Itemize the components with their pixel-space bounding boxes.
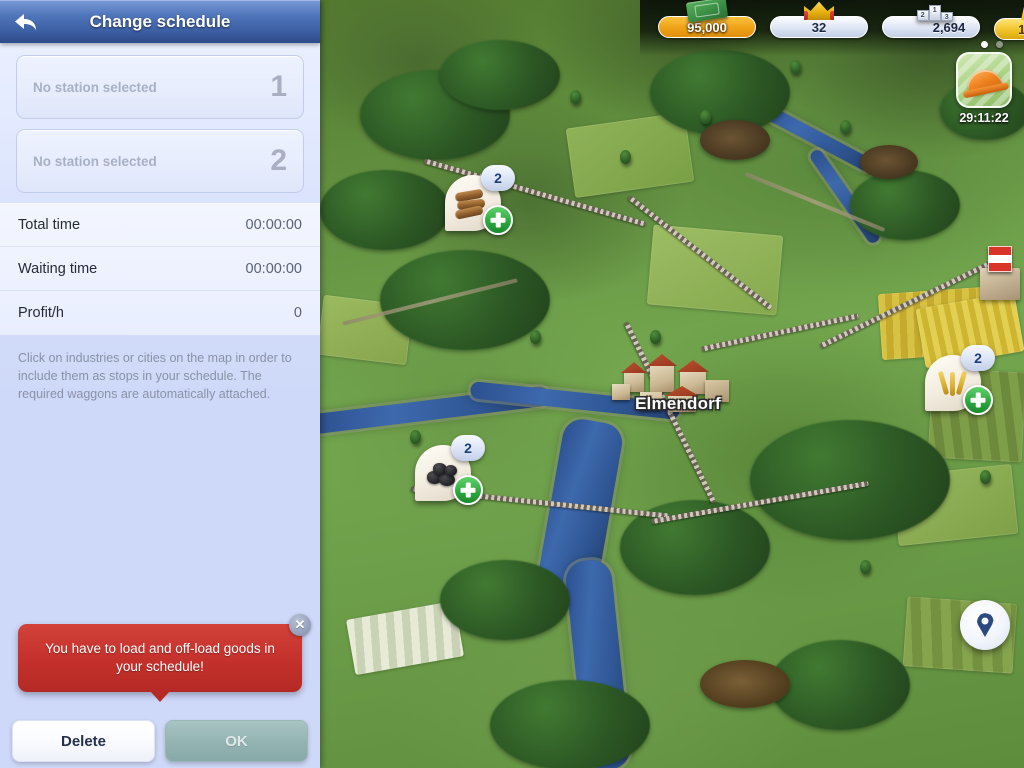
schedule-hint: Click on industries or cities on the map… — [18, 351, 292, 402]
forest-patch — [440, 560, 570, 640]
mine-site — [700, 120, 770, 160]
resource-gold-value: 10,010 — [1018, 21, 1024, 37]
resource-money[interactable]: 95,000 — [658, 0, 756, 38]
forest-patch — [750, 420, 950, 540]
tree — [840, 120, 851, 134]
podium-icon: 2 1 3 — [916, 0, 953, 21]
forest-patch — [380, 250, 550, 350]
farmhouse — [980, 268, 1020, 300]
plus-icon[interactable] — [453, 475, 483, 505]
center-map-button[interactable] — [960, 600, 1010, 650]
resource-prestige-group: 32 — [770, 1, 868, 38]
tree — [700, 110, 711, 124]
map-pin-icon — [976, 613, 994, 637]
mine-site — [700, 660, 790, 708]
page-title: Change schedule — [89, 11, 231, 31]
plus-icon[interactable] — [483, 205, 513, 235]
resource-gold[interactable]: 10,010 — [994, 2, 1024, 40]
stat-waiting-time-value: 00:00:00 — [245, 260, 302, 277]
station-slot-2-number: 2 — [270, 144, 287, 177]
resource-rank-group: 2 1 3 2,694 — [882, 5, 980, 38]
error-toast: You have to load and off-load goods in y… — [18, 613, 311, 692]
tree — [620, 150, 631, 164]
stat-total-time-label: Total time — [18, 216, 81, 233]
schedule-stats: Total time 00:00:00 Waiting time 00:00:0… — [0, 203, 320, 335]
stat-profit-value: 0 — [293, 305, 302, 321]
resource-bar: 95,000 — [658, 0, 756, 38]
map-marker-grain[interactable]: 2 — [925, 345, 995, 421]
tree — [980, 470, 991, 484]
marker-badge: 2 — [481, 165, 515, 191]
panel-footer: Delete OK — [0, 720, 320, 762]
hud-page-dots[interactable] — [981, 41, 1003, 48]
podium-third: 3 — [940, 12, 953, 21]
station-slot-2-label: No station selected — [33, 153, 157, 169]
close-icon[interactable]: ✕ — [289, 613, 311, 636]
construction-timer[interactable]: 29:11:22 — [952, 52, 1016, 125]
map-marker-coal[interactable]: 2 — [415, 435, 485, 511]
game-screen: Elmendorf 95,000 32 2 1 3 2,694 1 29:11:… — [0, 0, 1024, 768]
stat-profit: Profit/h 0 — [0, 291, 320, 335]
station-slot-1-label: No station selected — [33, 79, 157, 95]
stat-profit-label: Profit/h — [18, 305, 64, 321]
back-button[interactable] — [10, 8, 42, 36]
map-marker-lumber[interactable]: 2 — [445, 165, 515, 241]
page-dot-1[interactable] — [981, 41, 988, 48]
stat-total-time: Total time 00:00:00 — [0, 203, 320, 247]
plus-icon[interactable] — [963, 385, 993, 415]
tree — [790, 60, 801, 74]
error-toast-message: You have to load and off-load goods in y… — [45, 640, 275, 674]
page-dot-2[interactable] — [996, 41, 1003, 48]
station-slots: No station selected 1 No station selecte… — [0, 43, 320, 193]
ok-button[interactable]: OK — [165, 720, 308, 762]
podium-second: 2 — [916, 10, 929, 21]
delete-button[interactable]: Delete — [12, 720, 155, 762]
back-arrow-icon — [15, 14, 36, 30]
resource-rank[interactable]: 2 1 3 2,694 — [882, 5, 980, 38]
resource-gold-group: 10,010 🛒 — [994, 2, 1024, 42]
marker-badge: 2 — [451, 435, 485, 461]
city-label: Elmendorf — [635, 394, 721, 413]
resource-prestige[interactable]: 32 — [770, 1, 868, 38]
hard-hat-tile[interactable] — [956, 52, 1012, 108]
hud-top-bar: 95,000 32 2 1 3 2,694 1 — [640, 0, 1024, 56]
tree — [570, 90, 581, 104]
timer-value: 29:11:22 — [959, 111, 1009, 125]
resource-rank-value: 2,694 — [932, 19, 966, 35]
mine-site — [860, 145, 918, 179]
forest-patch — [850, 170, 960, 240]
station-slot-1[interactable]: No station selected 1 — [16, 55, 304, 119]
forest-patch — [440, 40, 560, 110]
marker-badge: 2 — [961, 345, 995, 371]
station-slot-1-number: 1 — [270, 70, 287, 103]
forest-patch — [320, 170, 450, 250]
tree — [860, 560, 871, 574]
podium-first: 1 — [928, 5, 941, 21]
schedule-panel: Change schedule No station selected 1 No… — [0, 0, 320, 768]
panel-header: Change schedule — [0, 0, 320, 43]
forest-patch — [770, 640, 910, 730]
stat-waiting-time-label: Waiting time — [18, 260, 98, 277]
resource-prestige-value: 32 — [811, 19, 827, 35]
hard-hat-icon — [965, 66, 1003, 96]
country-flag-icon — [988, 246, 1012, 272]
game-map[interactable]: Elmendorf 95,000 32 2 1 3 2,694 1 29:11:… — [320, 0, 1024, 768]
stat-waiting-time: Waiting time 00:00:00 — [0, 247, 320, 291]
forest-patch — [490, 680, 650, 768]
tree — [530, 330, 541, 344]
stat-total-time-value: 00:00:00 — [245, 216, 302, 233]
station-slot-2[interactable]: No station selected 2 — [16, 129, 304, 193]
error-toast-wrapper: You have to load and off-load goods in y… — [18, 613, 311, 692]
